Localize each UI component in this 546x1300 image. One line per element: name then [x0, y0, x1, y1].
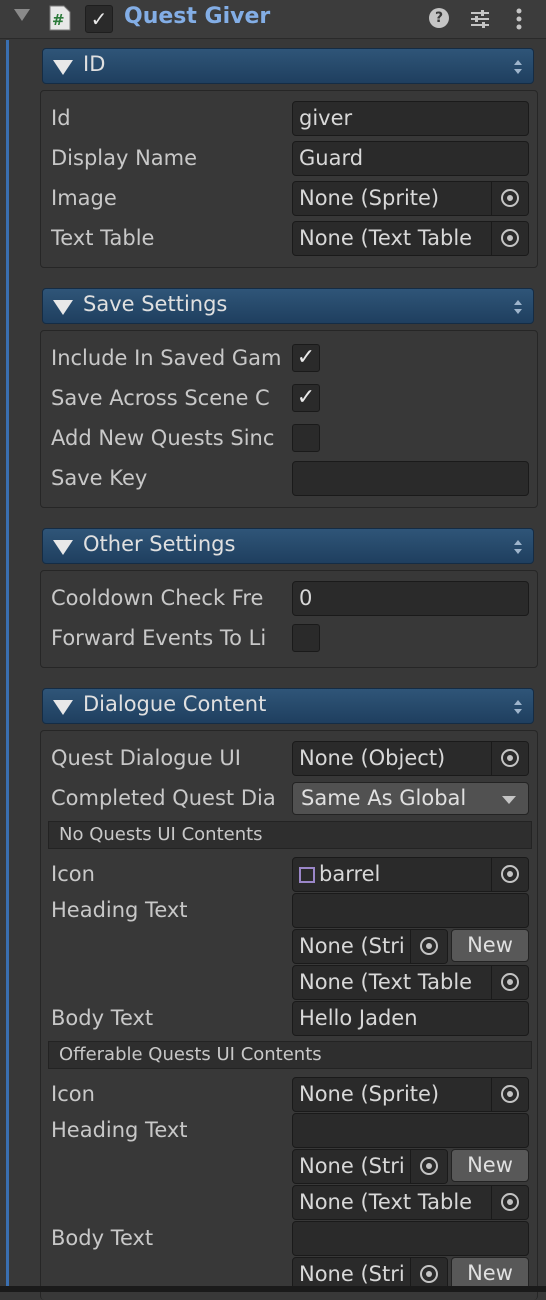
- offerable-heading-table-field[interactable]: None (Text Table: [292, 1185, 529, 1220]
- section-header-other-settings[interactable]: Other Settings: [42, 528, 534, 564]
- section-header-dialogue-content[interactable]: Dialogue Content: [42, 688, 534, 724]
- no-quests-icon-value: barrel: [319, 862, 381, 886]
- section-title: Dialogue Content: [83, 692, 267, 716]
- object-picker-icon[interactable]: [491, 182, 528, 215]
- heading-string-value: None (Stri: [299, 934, 405, 958]
- display-name-label: Display Name: [51, 146, 198, 170]
- completed-quest-dialogue-label: Completed Quest Dia: [51, 786, 276, 810]
- foldout-arrow-icon[interactable]: [14, 9, 30, 21]
- object-picker-icon[interactable]: [491, 858, 528, 891]
- text-table-field-value: None (Text Table: [299, 226, 473, 250]
- object-picker-icon[interactable]: [491, 742, 528, 775]
- new-string-button[interactable]: New: [451, 929, 529, 962]
- completed-quest-dialogue-dropdown[interactable]: Same As Global: [292, 782, 529, 815]
- no-quests-heading-label: Heading Text: [51, 898, 188, 922]
- section-title: Other Settings: [83, 532, 236, 556]
- save-across-scene-label: Save Across Scene C: [51, 386, 270, 410]
- body-string-value: None (Stri: [299, 1262, 405, 1286]
- add-new-quests-label: Add New Quests Sinc: [51, 426, 275, 450]
- display-name-field[interactable]: Guard: [292, 141, 529, 176]
- offerable-icon-value: None (Sprite): [299, 1082, 440, 1106]
- cooldown-check-field[interactable]: 0: [292, 581, 529, 616]
- sort-icon: [514, 300, 522, 314]
- menu-icon[interactable]: [512, 6, 526, 32]
- save-key-label: Save Key: [51, 466, 148, 490]
- image-label: Image: [51, 186, 117, 210]
- object-picker-icon[interactable]: [491, 1078, 528, 1111]
- no-quests-heading-field[interactable]: [292, 893, 529, 928]
- component-header: # ✓ Quest Giver ?: [0, 0, 546, 39]
- save-key-field[interactable]: [292, 461, 529, 496]
- no-quests-heading-string-field[interactable]: None (Stri: [292, 929, 448, 964]
- image-field[interactable]: None (Sprite): [292, 181, 529, 216]
- include-in-saved-game-checkbox[interactable]: ✓: [292, 344, 320, 372]
- heading-string-value: None (Stri: [299, 1154, 405, 1178]
- dropdown-value: Same As Global: [301, 786, 467, 810]
- offerable-body-field[interactable]: [292, 1221, 529, 1256]
- no-quests-body-label: Body Text: [51, 1006, 154, 1030]
- heading-table-value: None (Text Table: [299, 970, 473, 994]
- foldout-open-icon: [53, 700, 73, 715]
- forward-events-checkbox[interactable]: [292, 624, 320, 652]
- offerable-quests-ui-header: Offerable Quests UI Contents: [48, 1041, 532, 1069]
- image-field-value: None (Sprite): [299, 186, 440, 210]
- foldout-open-icon: [53, 60, 73, 75]
- save-across-scene-checkbox[interactable]: ✓: [292, 384, 320, 412]
- id-field[interactable]: giver: [292, 101, 529, 136]
- foldout-open-icon: [53, 540, 73, 555]
- offerable-icon-field[interactable]: None (Sprite): [292, 1077, 529, 1112]
- sort-icon: [514, 540, 522, 554]
- chevron-down-icon: [502, 796, 516, 804]
- scroll-edge: [0, 1286, 546, 1292]
- text-table-field[interactable]: None (Text Table: [292, 221, 529, 256]
- section-header-id[interactable]: ID: [42, 48, 534, 84]
- offerable-heading-string-field[interactable]: None (Stri: [292, 1149, 448, 1184]
- section-title: Save Settings: [83, 292, 228, 316]
- sort-icon: [514, 700, 522, 714]
- object-picker-icon[interactable]: [410, 1150, 447, 1183]
- component-title: Quest Giver: [124, 4, 271, 29]
- heading-table-value: None (Text Table: [299, 1190, 473, 1214]
- no-quests-heading-table-field[interactable]: None (Text Table: [292, 965, 529, 1000]
- foldout-open-icon: [53, 300, 73, 315]
- object-picker-icon[interactable]: [410, 930, 447, 963]
- no-quests-icon-label: Icon: [51, 862, 95, 886]
- preset-icon[interactable]: [468, 7, 492, 31]
- svg-text:#: #: [52, 11, 65, 29]
- quest-dialogue-ui-value: None (Object): [299, 746, 446, 770]
- quest-dialogue-ui-label: Quest Dialogue UI: [51, 746, 241, 770]
- sprite-icon: [299, 867, 315, 883]
- object-picker-icon[interactable]: [491, 966, 528, 999]
- forward-events-label: Forward Events To Li: [51, 626, 267, 650]
- component-enabled-toggle[interactable]: ✓: [85, 5, 113, 33]
- offerable-body-label: Body Text: [51, 1226, 154, 1250]
- sort-icon: [514, 60, 522, 74]
- offerable-heading-label: Heading Text: [51, 1118, 188, 1142]
- section-title: ID: [83, 52, 106, 76]
- quest-dialogue-ui-field[interactable]: None (Object): [292, 741, 529, 776]
- cooldown-check-label: Cooldown Check Fre: [51, 586, 264, 610]
- script-icon: #: [49, 5, 71, 31]
- section-header-save-settings[interactable]: Save Settings: [42, 288, 534, 324]
- text-table-label: Text Table: [51, 226, 155, 250]
- object-picker-icon[interactable]: [491, 222, 528, 255]
- no-quests-ui-header: No Quests UI Contents: [48, 821, 532, 849]
- offerable-heading-field[interactable]: [292, 1113, 529, 1148]
- no-quests-icon-field[interactable]: barrel: [292, 857, 529, 892]
- no-quests-body-field[interactable]: Hello Jaden: [292, 1001, 529, 1036]
- object-picker-icon[interactable]: [491, 1186, 528, 1219]
- id-label: Id: [51, 106, 71, 130]
- component-accent-bar: [6, 40, 9, 1292]
- include-in-saved-game-label: Include In Saved Gam: [51, 346, 282, 370]
- new-string-button[interactable]: New: [451, 1149, 529, 1182]
- offerable-icon-label: Icon: [51, 1082, 95, 1106]
- help-icon[interactable]: ?: [429, 8, 449, 28]
- add-new-quests-checkbox[interactable]: [292, 424, 320, 452]
